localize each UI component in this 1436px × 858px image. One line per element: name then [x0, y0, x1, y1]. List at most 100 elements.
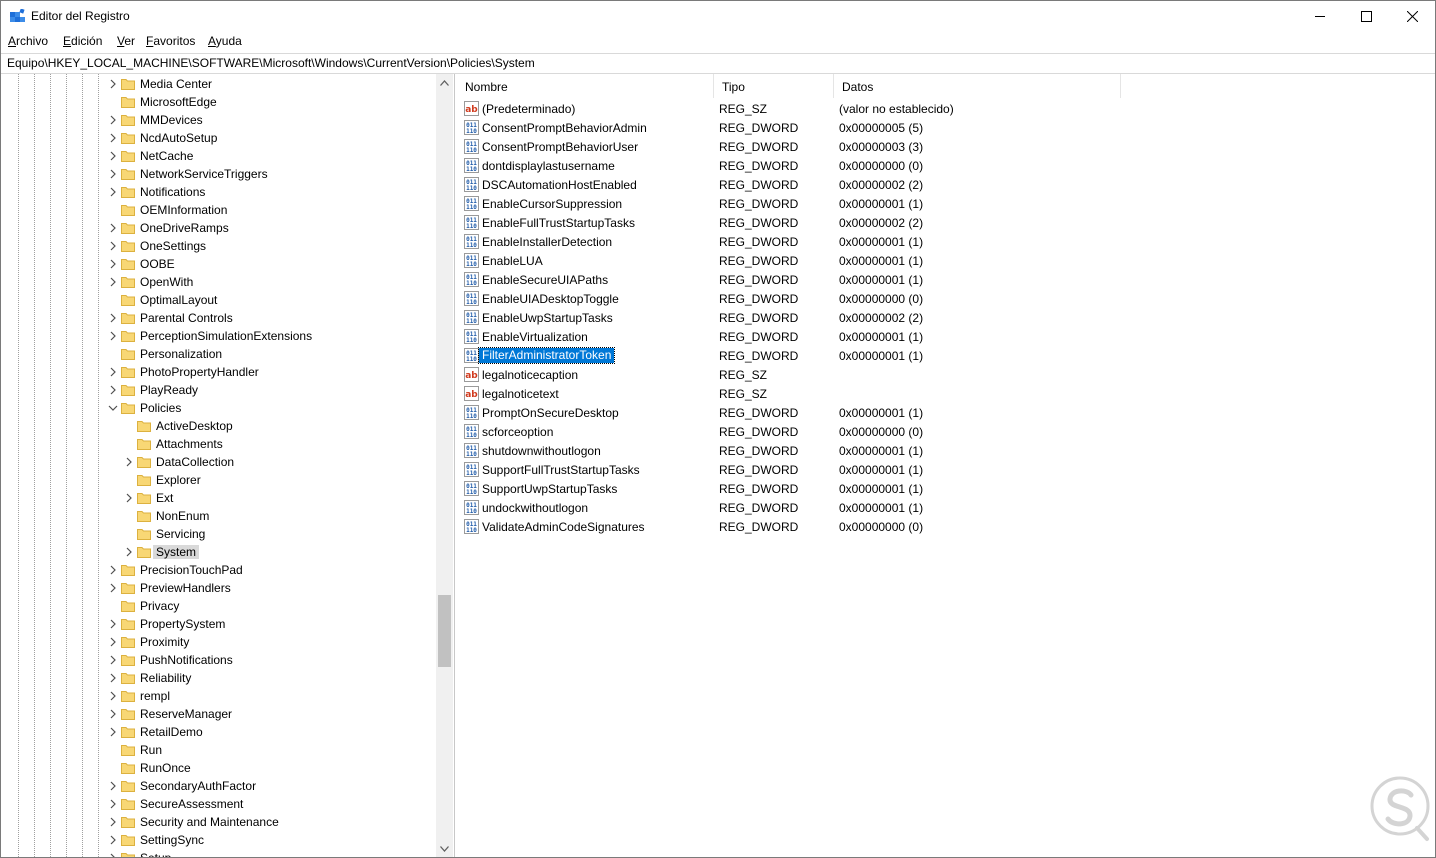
minimize-button[interactable]: [1297, 1, 1343, 31]
value-row-legalnoticetext[interactable]: ab legalnoticetext REG_SZ: [457, 384, 1435, 403]
value-row-shutdownwithoutlogon[interactable]: 011 110 shutdownwithoutlogon REG_DWORD 0x000…: [457, 441, 1435, 460]
close-button[interactable]: [1389, 1, 1435, 31]
value-row-enableuwpstartuptasks[interactable]: 011 110 EnableUwpStartupTasks REG_DWORD 0x00…: [457, 308, 1435, 327]
chevron-right-icon[interactable]: [108, 168, 118, 180]
value-row-legalnoticecaption[interactable]: ab legalnoticecaption REG_SZ: [457, 365, 1435, 384]
tree-vertical-scrollbar[interactable]: [436, 74, 453, 857]
menu-archivo[interactable]: Archivo: [8, 34, 48, 48]
address-path[interactable]: Equipo\HKEY_LOCAL_MACHINE\SOFTWARE\Micro…: [7, 56, 535, 70]
chevron-right-icon[interactable]: [108, 636, 118, 648]
tree-node-proximity[interactable]: Proximity: [2, 633, 434, 651]
chevron-right-icon[interactable]: [108, 312, 118, 324]
tree-node-reliability[interactable]: Reliability: [2, 669, 434, 687]
tree-node-playready[interactable]: PlayReady: [2, 381, 434, 399]
menu-edicion[interactable]: Edición: [63, 34, 102, 48]
tree-node-notifications[interactable]: Notifications: [2, 183, 434, 201]
tree-node-personalization[interactable]: Personalization: [2, 345, 434, 363]
chevron-right-icon[interactable]: [108, 150, 118, 162]
scroll-thumb[interactable]: [438, 595, 451, 667]
scroll-up-button[interactable]: [436, 74, 453, 91]
chevron-right-icon[interactable]: [108, 366, 118, 378]
column-header-datos[interactable]: Datos: [834, 74, 1121, 98]
maximize-button[interactable]: [1343, 1, 1389, 31]
tree-node-datacollection[interactable]: DataCollection: [2, 453, 434, 471]
chevron-right-icon[interactable]: [108, 186, 118, 198]
chevron-right-icon[interactable]: [108, 564, 118, 576]
chevron-right-icon[interactable]: [108, 222, 118, 234]
tree-node-attachments[interactable]: Attachments: [2, 435, 434, 453]
tree-node-retaildemo[interactable]: RetailDemo: [2, 723, 434, 741]
tree-node-servicing[interactable]: Servicing: [2, 525, 434, 543]
chevron-down-icon[interactable]: [108, 402, 118, 414]
menu-favoritos[interactable]: Favoritos: [146, 34, 195, 48]
chevron-right-icon[interactable]: [108, 384, 118, 396]
tree-node-netcache[interactable]: NetCache: [2, 147, 434, 165]
chevron-right-icon[interactable]: [108, 240, 118, 252]
value-row-enablelua[interactable]: 011 110 EnableLUA REG_DWORD 0x00000001 (1): [457, 251, 1435, 270]
value-row-filteradministratortoken[interactable]: 011 110 FilterAdministratorToken REG_DWORD 0…: [457, 346, 1435, 365]
chevron-right-icon[interactable]: [124, 546, 134, 558]
chevron-right-icon[interactable]: [108, 654, 118, 666]
tree-node-optimallayout[interactable]: OptimalLayout: [2, 291, 434, 309]
value-row-scforceoption[interactable]: 011 110 scforceoption REG_DWORD 0x00000000 (…: [457, 422, 1435, 441]
value-row-undockwithoutlogon[interactable]: 011 110 undockwithoutlogon REG_DWORD 0x00000…: [457, 498, 1435, 517]
value-row-enablecursorsuppression[interactable]: 011 110 EnableCursorSuppression REG_DWORD 0x…: [457, 194, 1435, 213]
tree-node-privacy[interactable]: Privacy: [2, 597, 434, 615]
value-row-predeterminado[interactable]: ab (Predeterminado) REG_SZ (valor no establ…: [457, 99, 1435, 118]
value-row-enableuiadesktoptoggle[interactable]: 011 110 EnableUIADesktopToggle REG_DWORD 0x0…: [457, 289, 1435, 308]
column-header-tipo[interactable]: Tipo: [714, 74, 834, 98]
tree-node-setup[interactable]: Setup: [2, 849, 434, 857]
chevron-right-icon[interactable]: [108, 780, 118, 792]
tree-node-photopropertyhandler[interactable]: PhotoPropertyHandler: [2, 363, 434, 381]
chevron-right-icon[interactable]: [108, 330, 118, 342]
tree-node-nonenum[interactable]: NonEnum: [2, 507, 434, 525]
tree-node-parental-controls[interactable]: Parental Controls: [2, 309, 434, 327]
key-tree-pane[interactable]: Media Center MicrosoftEdge MMDevices NcdAut…: [2, 74, 455, 857]
tree-node-pushnotifications[interactable]: PushNotifications: [2, 651, 434, 669]
chevron-right-icon[interactable]: [108, 78, 118, 90]
chevron-right-icon[interactable]: [108, 816, 118, 828]
tree-node-runonce[interactable]: RunOnce: [2, 759, 434, 777]
tree-node-secureassessment[interactable]: SecureAssessment: [2, 795, 434, 813]
chevron-right-icon[interactable]: [108, 132, 118, 144]
tree-node-microsoftedge[interactable]: MicrosoftEdge: [2, 93, 434, 111]
value-row-promptonsecuredesktop[interactable]: 011 110 PromptOnSecureDesktop REG_DWORD 0x00…: [457, 403, 1435, 422]
column-header-nombre[interactable]: Nombre: [457, 74, 714, 98]
chevron-right-icon[interactable]: [108, 690, 118, 702]
chevron-right-icon[interactable]: [108, 672, 118, 684]
value-row-enablevirtualization[interactable]: 011 110 EnableVirtualization REG_DWORD 0x000…: [457, 327, 1435, 346]
tree-node-system[interactable]: System: [2, 543, 434, 561]
tree-node-rempl[interactable]: rempl: [2, 687, 434, 705]
title-bar[interactable]: Editor del Registro: [1, 1, 1435, 31]
tree-node-settingsync[interactable]: SettingSync: [2, 831, 434, 849]
value-row-enableinstallerdetection[interactable]: 011 110 EnableInstallerDetection REG_DWORD 0…: [457, 232, 1435, 251]
tree-node-precisiontouchpad[interactable]: PrecisionTouchPad: [2, 561, 434, 579]
tree-node-previewhandlers[interactable]: PreviewHandlers: [2, 579, 434, 597]
value-row-consentpromptbehavioradmin[interactable]: 011 110 ConsentPromptBehaviorAdmin REG_DWOR…: [457, 118, 1435, 137]
chevron-right-icon[interactable]: [108, 276, 118, 288]
tree-node-propertysystem[interactable]: PropertySystem: [2, 615, 434, 633]
chevron-right-icon[interactable]: [108, 798, 118, 810]
tree-node-explorer[interactable]: Explorer: [2, 471, 434, 489]
address-bar[interactable]: Equipo\HKEY_LOCAL_MACHINE\SOFTWARE\Micro…: [1, 53, 1435, 74]
tree-node-activedesktop[interactable]: ActiveDesktop: [2, 417, 434, 435]
tree-node-openwith[interactable]: OpenWith: [2, 273, 434, 291]
chevron-right-icon[interactable]: [108, 834, 118, 846]
chevron-right-icon[interactable]: [108, 726, 118, 738]
value-row-supportfulltruststartuptasks[interactable]: 011 110 SupportFullTrustStartupTasks REG_DW…: [457, 460, 1435, 479]
chevron-right-icon[interactable]: [124, 456, 134, 468]
tree-node-secondaryauthfactor[interactable]: SecondaryAuthFactor: [2, 777, 434, 795]
tree-node-mmdevices[interactable]: MMDevices: [2, 111, 434, 129]
chevron-right-icon[interactable]: [124, 492, 134, 504]
scroll-down-button[interactable]: [436, 840, 453, 857]
tree-node-onedriveramps[interactable]: OneDriveRamps: [2, 219, 434, 237]
value-row-supportuwpstartuptasks[interactable]: 011 110 SupportUwpStartupTasks REG_DWORD 0x0…: [457, 479, 1435, 498]
menu-ayuda[interactable]: Ayuda: [208, 34, 242, 48]
tree-node-perceptionsimulationextensions[interactable]: PerceptionSimulationExtensions: [2, 327, 434, 345]
values-list-pane[interactable]: Nombre Tipo Datos ab (Predeterminado) REG_…: [457, 74, 1435, 857]
value-row-enablefulltruststartuptasks[interactable]: 011 110 EnableFullTrustStartupTasks REG_DWO…: [457, 213, 1435, 232]
chevron-right-icon[interactable]: [108, 852, 118, 857]
tree-node-run[interactable]: Run: [2, 741, 434, 759]
chevron-right-icon[interactable]: [108, 114, 118, 126]
value-row-enablesecureuiapaths[interactable]: 011 110 EnableSecureUIAPaths REG_DWORD 0x000…: [457, 270, 1435, 289]
